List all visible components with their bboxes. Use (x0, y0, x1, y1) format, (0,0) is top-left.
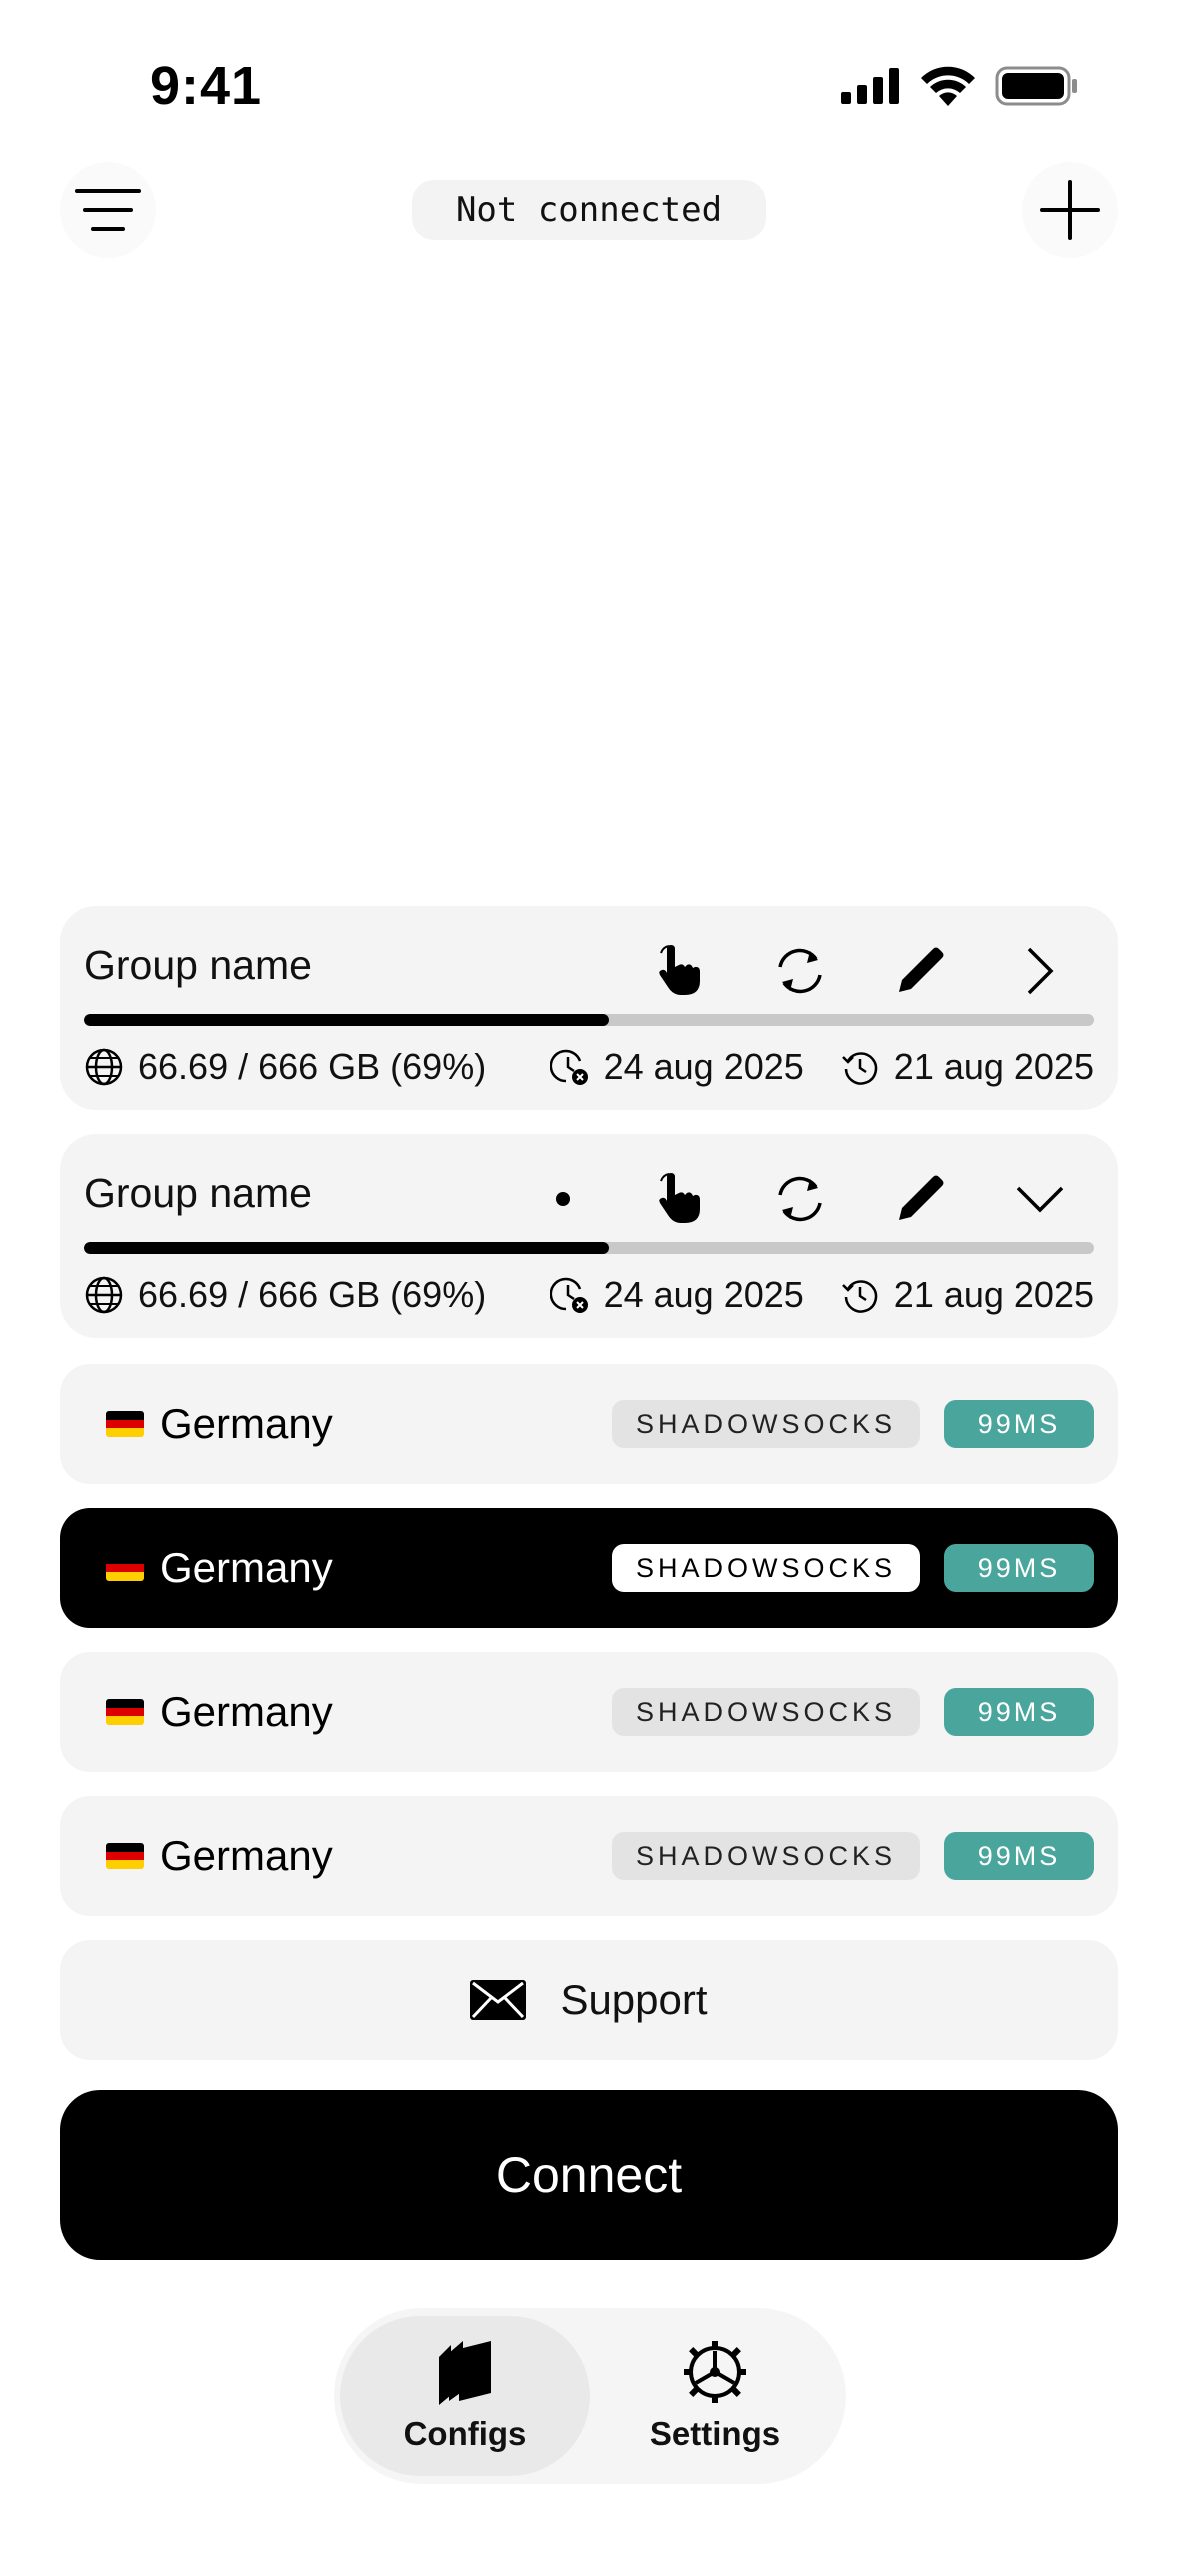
ping-badge: 99MS (944, 1400, 1094, 1448)
status-time: 9:41 (150, 56, 263, 116)
protocol-badge: SHADOWSOCKS (611, 1688, 920, 1736)
expire-date: 24 aug 2025 (603, 1274, 804, 1315)
usage-text: 66.69 / 666 GB (69%) (138, 1274, 487, 1315)
tab-configs[interactable]: Configs (340, 2316, 590, 2476)
updated-info: 21 aug 2025 (840, 1274, 1094, 1316)
signal-icon (841, 68, 899, 104)
ping-badge: 99MS (944, 1544, 1094, 1592)
support-button[interactable]: Support (60, 1940, 1118, 2060)
filter-menu-icon (75, 189, 141, 231)
clock-expire-icon (549, 1049, 588, 1085)
collapse-group-button[interactable] (980, 1164, 1100, 1234)
add-config-button[interactable] (1022, 162, 1118, 258)
protocol-badge: SHADOWSOCKS (611, 1400, 920, 1448)
history-icon (841, 1052, 877, 1085)
menu-button[interactable] (60, 162, 156, 258)
gear-icon (684, 2341, 746, 2403)
refresh-icon (778, 1176, 822, 1222)
wifi-icon (921, 66, 975, 106)
open-group-button[interactable] (980, 936, 1100, 1006)
tab-settings[interactable]: Settings (590, 2316, 840, 2476)
status-bar: 9:41 (0, 0, 1179, 170)
tab-bar: Configs Settings (334, 2308, 846, 2484)
plus-icon (1040, 180, 1100, 240)
group-meta: 66.69 / 666 GB (69%) 24 aug 2025 21 aug … (84, 1046, 1094, 1088)
pencil-icon (899, 1175, 944, 1220)
server-row-selected[interactable]: Germany SHADOWSOCKS 99MS (60, 1508, 1118, 1628)
server-country: Germany (160, 1688, 333, 1735)
usage-progress-fill (84, 1014, 610, 1026)
server-row[interactable]: Germany SHADOWSOCKS 99MS (60, 1796, 1118, 1916)
refresh-button[interactable] (740, 1164, 860, 1234)
expire-info: 24 aug 2025 (549, 1046, 804, 1088)
tab-configs-label: Configs (403, 2415, 527, 2452)
pointer-hand-icon (659, 945, 700, 995)
status-icons (841, 66, 1079, 106)
ping-badge: 99MS (944, 1688, 1094, 1736)
group-name: Group name (84, 942, 312, 988)
server-row[interactable]: Germany SHADOWSOCKS 99MS (60, 1364, 1118, 1484)
tap-test-button[interactable] (620, 936, 740, 1006)
expire-info: 24 aug 2025 (549, 1274, 804, 1316)
update-indicator-dot (556, 1192, 570, 1206)
group-card[interactable]: Group name 66.69 / 666 GB (69%) 24 aug 2… (60, 906, 1118, 1110)
refresh-icon (778, 948, 822, 994)
server-country: Germany (160, 1400, 333, 1447)
globe-icon (85, 1276, 123, 1314)
group-actions (620, 936, 1100, 1006)
usage-progress-fill (84, 1242, 610, 1254)
server-country: Germany (160, 1544, 333, 1591)
usage-info: 66.69 / 666 GB (69%) (84, 1046, 550, 1088)
tab-settings-label: Settings (649, 2415, 781, 2452)
clock-expire-icon (549, 1277, 588, 1313)
germany-flag-icon (106, 1555, 144, 1581)
usage-progress-bar (84, 1014, 1094, 1026)
ping-badge: 99MS (944, 1832, 1094, 1880)
edit-button[interactable] (860, 936, 980, 1006)
updated-date: 21 aug 2025 (893, 1046, 1094, 1087)
battery-icon (995, 66, 1077, 106)
pencil-icon (899, 947, 944, 992)
envelope-icon (470, 1980, 527, 2020)
usage-info: 66.69 / 666 GB (69%) (84, 1274, 550, 1316)
chevron-right-icon (1027, 947, 1054, 995)
history-icon (841, 1280, 877, 1313)
usage-progress-bar (84, 1242, 1094, 1254)
group-actions (556, 1164, 1100, 1234)
group-card[interactable]: Group name 66.69 / 666 GB (69%) 24 aug 2… (60, 1134, 1118, 1338)
server-row[interactable]: Germany SHADOWSOCKS 99MS (60, 1652, 1118, 1772)
connection-status-pill: Not connected (412, 180, 766, 240)
chevron-down-icon (1016, 1186, 1064, 1213)
group-meta: 66.69 / 666 GB (69%) 24 aug 2025 21 aug … (84, 1274, 1094, 1316)
pointer-hand-icon (659, 1173, 700, 1223)
edit-button[interactable] (860, 1164, 980, 1234)
tap-test-button[interactable] (620, 1164, 740, 1234)
updated-info: 21 aug 2025 (840, 1046, 1094, 1088)
support-label: Support (560, 1976, 708, 2023)
globe-icon (85, 1048, 123, 1086)
usage-text: 66.69 / 666 GB (69%) (138, 1046, 487, 1087)
germany-flag-icon (106, 1411, 144, 1437)
connect-button[interactable]: Connect (60, 2090, 1118, 2260)
germany-flag-icon (106, 1699, 144, 1725)
group-name: Group name (84, 1170, 312, 1216)
expire-date: 24 aug 2025 (603, 1046, 804, 1087)
updated-date: 21 aug 2025 (893, 1274, 1094, 1315)
protocol-badge: SHADOWSOCKS (611, 1544, 920, 1592)
configs-icon (439, 2341, 491, 2405)
refresh-button[interactable] (740, 936, 860, 1006)
server-country: Germany (160, 1832, 333, 1879)
germany-flag-icon (106, 1843, 144, 1869)
protocol-badge: SHADOWSOCKS (611, 1832, 920, 1880)
